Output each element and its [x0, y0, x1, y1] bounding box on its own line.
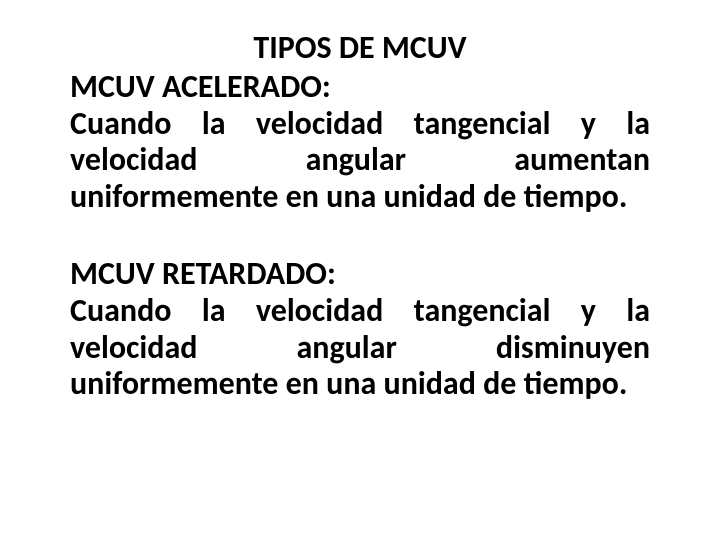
slide-content: TIPOS DE MCUV MCUV ACELERADO: Cuando la … — [0, 0, 720, 540]
section2-body: Cuando la velocidad tangencial y la velo… — [70, 293, 650, 403]
section2-heading: MCUV RETARDADO: — [70, 256, 650, 293]
section1-body: Cuando la velocidad tangencial y la velo… — [70, 106, 650, 216]
page-title: TIPOS DE MCUV — [70, 30, 650, 67]
section1-heading: MCUV ACELERADO: — [70, 69, 650, 106]
